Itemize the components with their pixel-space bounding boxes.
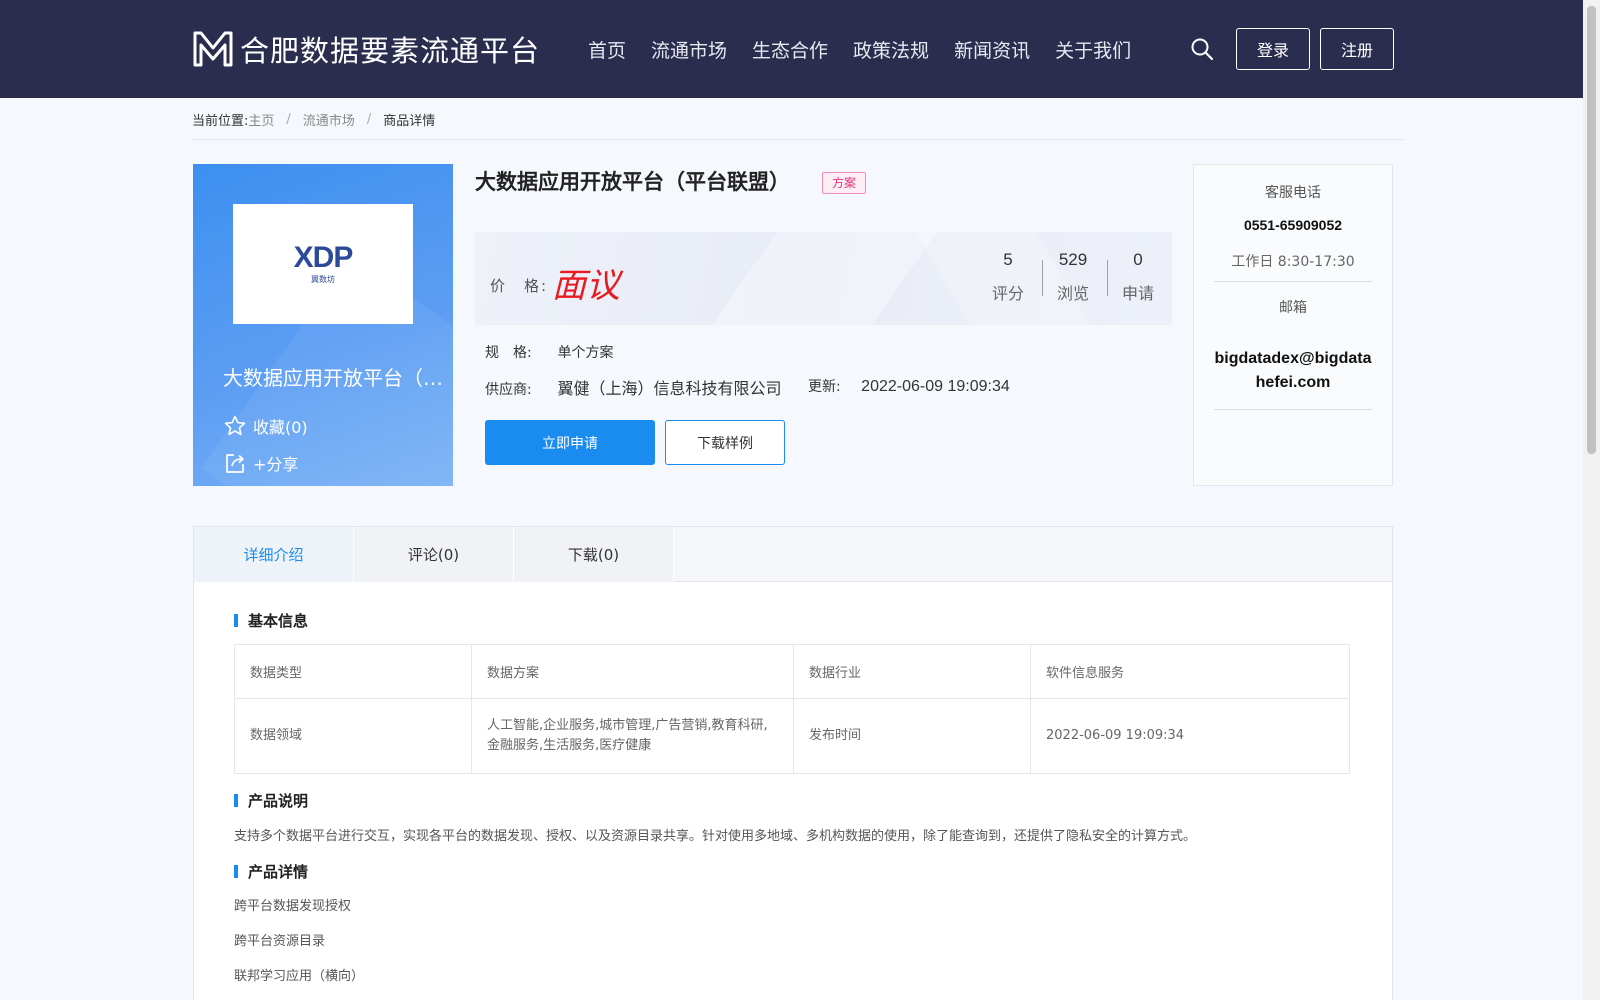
- section-bar: [234, 865, 238, 878]
- breadcrumb: 当前位置: 主页 / 流通市场 / 商品详情: [192, 110, 435, 129]
- page-scrollbar[interactable]: [1583, 0, 1600, 1000]
- breadcrumb-home[interactable]: 主页: [248, 110, 274, 129]
- update-label: 更新:: [808, 379, 841, 395]
- top-header: 合肥数据要素流通平台 首页 流通市场 生态合作 政策法规 新闻资讯 关于我们 登…: [0, 0, 1583, 98]
- main-nav: 首页 流通市场 生态合作 政策法规 新闻资讯 关于我们: [588, 36, 1156, 63]
- detail-item: 联邦学习应用（横向）: [234, 969, 365, 984]
- breadcrumb-divider: [192, 139, 1404, 140]
- section-title: 产品详情: [248, 863, 309, 881]
- share-label: +分享: [253, 455, 299, 474]
- section-title: 产品说明: [248, 792, 309, 810]
- product-card: XDP 翼数坊 大数据应用开放平台（… 收藏(0) +分享: [193, 164, 453, 486]
- contact-divider: [1214, 409, 1372, 410]
- breadcrumb-separator: /: [286, 112, 291, 127]
- price-panel: 价 格: 面议 5 评分 529 浏览 0 申请: [475, 232, 1172, 325]
- section-basic-info: 基本信息: [234, 610, 308, 631]
- contact-card: 客服电话 0551-65909052 工作日 8:30-17:30 邮箱 big…: [1193, 164, 1393, 486]
- nav-policy[interactable]: 政策法规: [853, 36, 929, 63]
- update-row: 更新: 2022-06-09 19:09:34: [808, 376, 1010, 396]
- section-description: 产品说明: [234, 790, 308, 811]
- nav-about[interactable]: 关于我们: [1055, 36, 1131, 63]
- nav-news[interactable]: 新闻资讯: [954, 36, 1030, 63]
- phone-number: 0551-65909052: [1243, 217, 1343, 233]
- stat-label: 评分: [991, 284, 1024, 303]
- table-cell: 数据方案: [471, 644, 794, 699]
- nav-home[interactable]: 首页: [588, 36, 626, 63]
- price-value: 面议: [552, 266, 620, 306]
- stat-value: 5: [1003, 250, 1013, 269]
- detail-panel: 详细介绍 评论(0) 下载(0) 基本信息 数据类型 数据方案 数据行业 软件信…: [193, 526, 1393, 1000]
- basic-info-table: 数据类型 数据方案 数据行业 软件信息服务 数据领域 人工智能,企业服务,城市管…: [234, 644, 1350, 774]
- apply-button[interactable]: 立即申请: [485, 420, 655, 465]
- section-bar: [234, 614, 238, 627]
- description-text: 支持多个数据平台进行交互，实现各平台的数据发现、授权、以及资源目录共享。针对使用…: [234, 829, 1197, 844]
- share-icon: [226, 454, 244, 473]
- favorite-label: 收藏(0): [253, 418, 308, 437]
- detail-tabs: 详细介绍 评论(0) 下载(0): [194, 527, 1392, 582]
- table-cell: 2022-06-09 19:09:34: [1030, 698, 1350, 774]
- product-title: 大数据应用开放平台（平台联盟）: [475, 170, 790, 194]
- spec-label: 规 格:: [485, 345, 532, 361]
- stat-label: 浏览: [1056, 284, 1089, 303]
- stat-value: 0: [1133, 250, 1143, 269]
- table-cell: 数据类型: [234, 644, 472, 699]
- product-logo-text: XDP: [293, 241, 354, 274]
- supplier-label: 供应商:: [485, 382, 532, 398]
- section-title: 基本信息: [248, 612, 309, 630]
- email-label: 邮箱: [1279, 300, 1307, 316]
- breadcrumb-current: 商品详情: [383, 114, 436, 129]
- breadcrumb-market[interactable]: 流通市场: [303, 110, 355, 129]
- stat-value: 529: [1058, 250, 1088, 269]
- section-details: 产品详情: [234, 861, 308, 882]
- service-hours: 工作日 8:30-17:30: [1231, 254, 1355, 270]
- share-button[interactable]: +分享: [223, 451, 298, 475]
- category-tag: 方案: [822, 172, 867, 194]
- login-button[interactable]: 登录: [1236, 28, 1310, 70]
- table-cell: 数据领域: [234, 698, 472, 774]
- star-icon: [224, 415, 246, 436]
- tab-downloads[interactable]: 下载(0): [514, 527, 674, 582]
- favorite-button[interactable]: 收藏(0): [223, 414, 308, 438]
- phone-label: 客服电话: [1265, 185, 1321, 201]
- table-cell: 发布时间: [793, 698, 1031, 774]
- site-name: 合肥数据要素流通平台: [240, 34, 541, 68]
- table-cell: 人工智能,企业服务,城市管理,广告营销,教育科研,金融服务,生活服务,医疗健康: [471, 698, 794, 774]
- logo-icon: [193, 31, 233, 67]
- table-cell: 软件信息服务: [1030, 644, 1350, 699]
- tab-comments[interactable]: 评论(0): [354, 527, 514, 582]
- nav-ecosystem[interactable]: 生态合作: [752, 36, 828, 63]
- table-cell: 数据行业: [793, 644, 1031, 699]
- section-bar: [234, 794, 238, 807]
- product-logo-subtext: 翼数坊: [311, 275, 335, 284]
- detail-item: 跨平台资源目录: [234, 934, 326, 949]
- download-sample-button[interactable]: 下载样例: [665, 420, 785, 465]
- register-button[interactable]: 注册: [1320, 28, 1394, 70]
- stat-label: 申请: [1121, 284, 1154, 303]
- supplier-value[interactable]: 翼健（上海）信息科技有限公司: [557, 379, 781, 398]
- breadcrumb-label: 当前位置:: [192, 114, 249, 129]
- breadcrumb-separator: /: [366, 112, 372, 127]
- stat-views: 529 浏览: [1040, 250, 1106, 304]
- product-card-title: 大数据应用开放平台（…: [223, 366, 443, 390]
- tab-intro[interactable]: 详细介绍: [194, 527, 354, 582]
- update-value: 2022-06-09 19:09:34: [861, 378, 1010, 395]
- detail-item: 跨平台数据发现授权: [234, 899, 352, 914]
- site-logo[interactable]: 合肥数据要素流通平台: [192, 28, 540, 70]
- stat-applications: 0 申请: [1105, 250, 1171, 304]
- nav-market[interactable]: 流通市场: [651, 36, 727, 63]
- product-logo: XDP 翼数坊: [233, 204, 413, 324]
- contact-divider: [1214, 281, 1372, 282]
- supplier-row: 供应商: 翼健（上海）信息科技有限公司: [485, 375, 781, 399]
- stat-rating: 5 评分: [975, 250, 1041, 304]
- spec-row: 规 格: 单个方案: [485, 342, 613, 362]
- table-row: 数据领域 人工智能,企业服务,城市管理,广告营销,教育科研,金融服务,生活服务,…: [234, 698, 1350, 774]
- spec-value: 单个方案: [557, 345, 614, 361]
- table-row: 数据类型 数据方案 数据行业 软件信息服务: [234, 644, 1350, 699]
- scrollbar-thumb[interactable]: [1587, 6, 1596, 454]
- search-icon[interactable]: [1190, 37, 1214, 61]
- email-address[interactable]: bigdatadex@bigdatahefei.com: [1212, 347, 1374, 395]
- price-label: 价 格:: [490, 277, 549, 295]
